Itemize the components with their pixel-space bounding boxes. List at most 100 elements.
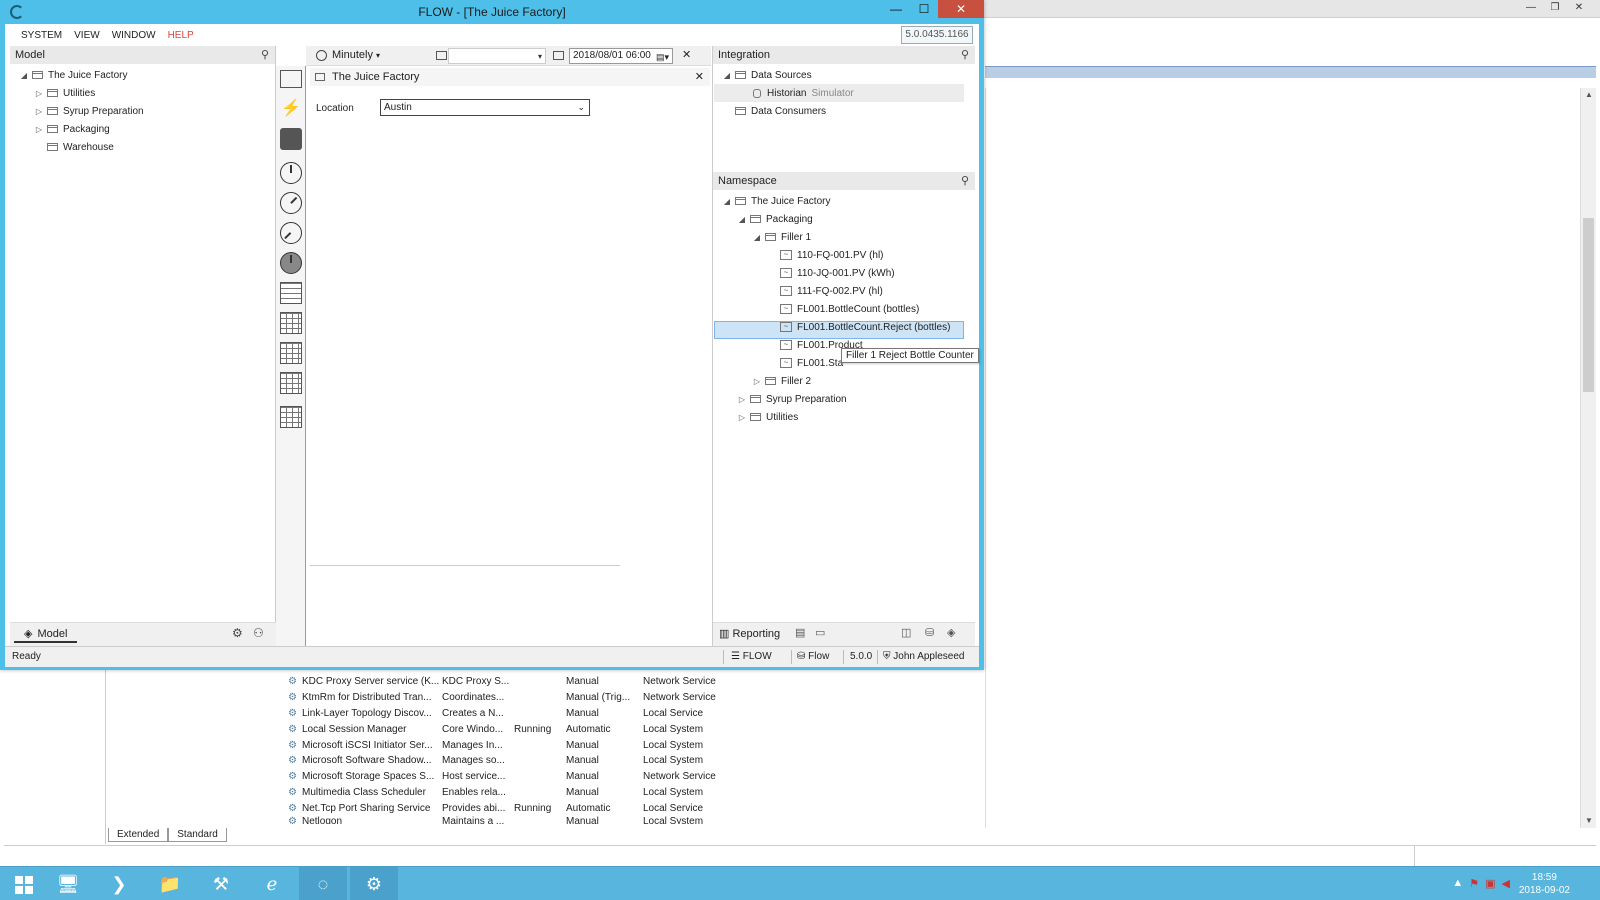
menu-help[interactable]: HELP <box>162 30 200 41</box>
table-grid-icon[interactable] <box>280 312 302 334</box>
tree-item-juice-factory[interactable]: ◢ The Juice Factory <box>18 66 128 84</box>
tab-standard[interactable]: Standard <box>168 828 227 842</box>
table-row[interactable]: ⚙ Multimedia Class Scheduler Enables rela.… <box>288 785 988 801</box>
minimize-button[interactable]: — <box>882 0 910 18</box>
menu-system[interactable]: SYSTEM <box>15 30 68 41</box>
table-row[interactable]: ⚙ Microsoft Storage Spaces S... Host servi… <box>288 769 988 785</box>
document-tab[interactable]: The Juice Factory ✕ <box>310 68 710 86</box>
calendar-grid-icon[interactable] <box>280 406 302 428</box>
tray-expand-icon[interactable]: ▲ <box>1452 877 1463 890</box>
close-icon[interactable]: ✕ <box>1568 0 1590 16</box>
collapse-icon[interactable]: ◢ <box>751 233 763 242</box>
close-button[interactable]: ✕ <box>938 0 984 18</box>
expand-icon[interactable]: ▷ <box>751 377 763 386</box>
scroll-up-icon[interactable]: ▲ <box>1581 88 1597 102</box>
tray-flag-icon[interactable]: ⚑ <box>1469 877 1479 890</box>
period-combo[interactable]: ▾ <box>448 48 546 64</box>
collapse-icon[interactable]: ◢ <box>721 71 733 80</box>
clock-quarter-icon[interactable] <box>280 192 302 214</box>
clock-icon[interactable] <box>280 162 302 184</box>
collapse-icon[interactable]: ◢ <box>721 197 733 206</box>
tab-model[interactable]: ◈ Model <box>14 625 78 643</box>
expand-icon[interactable]: ▷ <box>736 413 748 422</box>
powershell-icon[interactable]: ❯ <box>95 867 143 900</box>
close-document-icon[interactable]: ✕ <box>695 68 704 86</box>
server-manager-icon[interactable]: 🖥 <box>44 867 92 900</box>
clock-full-icon[interactable] <box>280 252 302 274</box>
expand-icon[interactable]: ▷ <box>736 395 748 404</box>
tools-icon[interactable]: ⚒ <box>197 867 245 900</box>
tree-item-warehouse[interactable]: Warehouse <box>33 138 114 156</box>
expand-icon[interactable]: ▷ <box>33 89 45 98</box>
tree-item-ns-utilities[interactable]: ▷ Utilities <box>736 408 798 426</box>
lightning-icon[interactable]: ⚡ <box>280 98 302 120</box>
calendar-icon[interactable] <box>553 51 564 60</box>
clock-half-icon[interactable] <box>280 222 302 244</box>
tree-item-tag[interactable]: ~ FL001.Sta <box>778 354 843 372</box>
minimize-icon[interactable]: — <box>1520 0 1542 16</box>
tree-item-ns-filler-2[interactable]: ▷ Filler 2 <box>751 372 811 390</box>
internet-explorer-icon[interactable]: ℯ <box>248 867 296 900</box>
location-select[interactable]: Austin ⌄ <box>380 99 590 116</box>
tree-item-historian[interactable]: Historian Simulator <box>714 84 964 102</box>
restore-icon[interactable]: ❐ <box>1544 0 1566 16</box>
table-row[interactable]: ⚙ Microsoft Software Shadow... Manages so.… <box>288 753 988 769</box>
table-row[interactable]: ⚙ Microsoft iSCSI Initiator Ser... Manages… <box>288 737 988 753</box>
start-button[interactable] <box>0 867 48 900</box>
tree-item-syrup-preparation[interactable]: ▷ Syrup Preparation <box>33 102 144 120</box>
table-row[interactable]: ⚙ Link-Layer Topology Discov... Creates a … <box>288 706 988 722</box>
tab-extended[interactable]: Extended <box>108 828 169 842</box>
tree-item-data-sources[interactable]: ◢ Data Sources <box>721 66 812 84</box>
scroll-down-icon[interactable]: ▼ <box>1581 814 1597 828</box>
cube-icon[interactable] <box>280 128 302 150</box>
menu-view[interactable]: VIEW <box>68 30 106 41</box>
network-icon[interactable]: ▣ <box>1485 877 1495 890</box>
briefcase-icon[interactable]: ◫ <box>901 626 911 639</box>
layers-icon[interactable]: ◈ <box>947 626 955 639</box>
flow-taskbar-icon[interactable]: ◌ <box>299 867 347 900</box>
tree-item-data-consumers[interactable]: Data Consumers <box>733 102 826 120</box>
search-icon[interactable]: ⚲ <box>261 46 269 64</box>
tree-item-ns-juice-factory[interactable]: ◢ The Juice Factory <box>721 192 831 210</box>
collapse-icon[interactable]: ◢ <box>18 71 30 80</box>
expand-icon[interactable]: ▷ <box>33 107 45 116</box>
maximize-button[interactable]: ☐ <box>910 0 938 18</box>
tree-item-ns-syrup-preparation[interactable]: ▷ Syrup Preparation <box>736 390 847 408</box>
table-grid-icon[interactable] <box>280 372 302 394</box>
window-icon[interactable] <box>280 70 302 88</box>
search-icon[interactable]: ⚲ <box>961 172 969 190</box>
volume-icon[interactable]: ◀ <box>1502 877 1510 890</box>
tree-item-tag[interactable]: ~110-JQ-001.PV (kWh) <box>778 264 895 282</box>
scroll-thumb[interactable] <box>1583 218 1594 392</box>
search-icon[interactable]: ⚲ <box>961 46 969 64</box>
tree-item-tag[interactable]: ~110-FQ-001.PV (hl) <box>778 246 884 264</box>
calendar-dropdown-icon[interactable]: ▤▾ <box>656 50 669 64</box>
date-picker[interactable]: 2018/08/01 06:00 ▤▾ <box>569 48 673 64</box>
clear-date-icon[interactable]: ✕ <box>682 48 691 61</box>
tree-item-ns-packaging[interactable]: ◢ Packaging <box>736 210 813 228</box>
table-row[interactable]: ⚙ Net.Tcp Port Sharing Service Provides ab… <box>288 800 988 816</box>
collapse-icon[interactable]: ◢ <box>736 215 748 224</box>
tree-item-tag-selected[interactable]: ~ FL001.BottleCount.Reject (bottles) <box>778 318 950 336</box>
gear-icon[interactable]: ⚙ <box>232 626 243 640</box>
tree-item-tag[interactable]: ~ FL001.BottleCount (bottles) <box>778 300 919 318</box>
table-icon[interactable] <box>280 282 302 304</box>
tree-item-ns-filler-1[interactable]: ◢ Filler 1 <box>751 228 811 246</box>
tree-item-tag[interactable]: ~111-FQ-002.PV (hl) <box>778 282 883 300</box>
tree-item-packaging[interactable]: ▷ Packaging <box>33 120 110 138</box>
menu-window[interactable]: WINDOW <box>106 30 162 41</box>
taskbar-clock[interactable]: 18:59 2018-09-02 <box>1519 871 1570 897</box>
expand-icon[interactable]: ▷ <box>33 125 45 134</box>
clipboard-icon[interactable]: ▤ <box>795 626 805 639</box>
calendar-icon[interactable] <box>436 51 447 60</box>
table-row[interactable]: ⚙ Netlogon Maintains a ... Manual Local Syst… <box>288 816 988 824</box>
table-row[interactable]: ⚙ Local Session Manager Core Windo... Runni… <box>288 721 988 737</box>
services-taskbar-icon[interactable]: ⚙ <box>350 867 398 900</box>
database-icon[interactable]: ⛁ <box>925 626 934 639</box>
users-icon[interactable]: ⚇ <box>253 626 264 640</box>
table-row[interactable]: ⚙ KtmRm for Distributed Tran... Coordinate… <box>288 690 988 706</box>
table-row[interactable]: ⚙ KDC Proxy Server service (K... KDC Proxy… <box>288 674 988 690</box>
monitor-icon[interactable]: ▭ <box>815 626 825 639</box>
tree-item-utilities[interactable]: ▷ Utilities <box>33 84 95 102</box>
table-grid-icon[interactable] <box>280 342 302 364</box>
